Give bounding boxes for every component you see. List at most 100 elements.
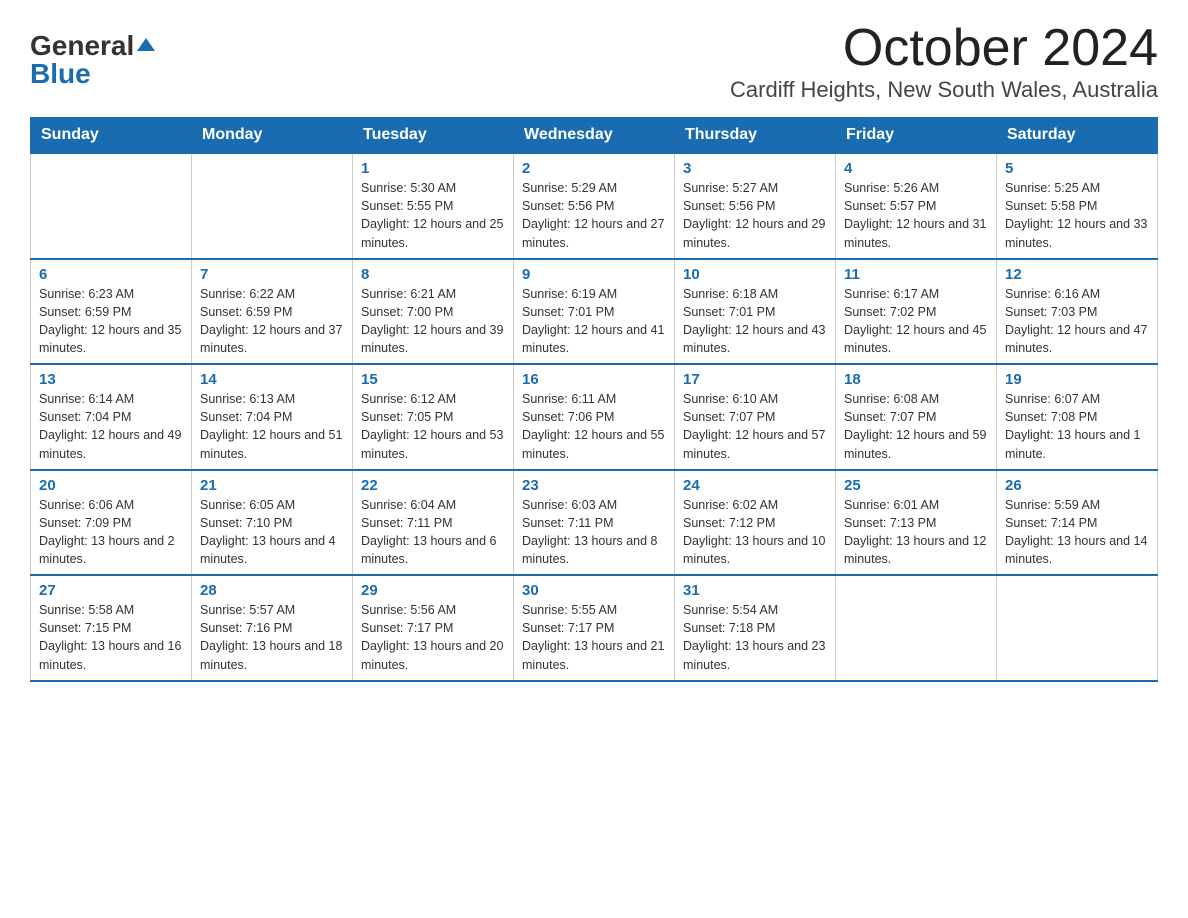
logo-triangle-icon bbox=[137, 38, 155, 51]
day-info: Sunrise: 6:21 AMSunset: 7:00 PMDaylight:… bbox=[361, 285, 505, 358]
calendar-cell: 25Sunrise: 6:01 AMSunset: 7:13 PMDayligh… bbox=[836, 470, 997, 576]
day-info: Sunrise: 6:08 AMSunset: 7:07 PMDaylight:… bbox=[844, 390, 988, 463]
day-number: 27 bbox=[39, 582, 183, 599]
day-number: 23 bbox=[522, 477, 666, 494]
day-number: 15 bbox=[361, 371, 505, 388]
header-saturday: Saturday bbox=[997, 118, 1158, 154]
day-info: Sunrise: 6:19 AMSunset: 7:01 PMDaylight:… bbox=[522, 285, 666, 358]
header-sunday: Sunday bbox=[31, 118, 192, 154]
day-info: Sunrise: 5:59 AMSunset: 7:14 PMDaylight:… bbox=[1005, 496, 1149, 569]
day-info: Sunrise: 6:10 AMSunset: 7:07 PMDaylight:… bbox=[683, 390, 827, 463]
logo: General Blue bbox=[30, 30, 155, 90]
calendar-cell: 4Sunrise: 5:26 AMSunset: 5:57 PMDaylight… bbox=[836, 153, 997, 259]
day-info: Sunrise: 6:13 AMSunset: 7:04 PMDaylight:… bbox=[200, 390, 344, 463]
calendar-cell: 22Sunrise: 6:04 AMSunset: 7:11 PMDayligh… bbox=[353, 470, 514, 576]
calendar-cell: 27 Sunrise: 5:58 AMSunset: 7:15 PMDayligh… bbox=[31, 575, 192, 681]
header-wednesday: Wednesday bbox=[514, 118, 675, 154]
calendar-cell: 13Sunrise: 6:14 AMSunset: 7:04 PMDayligh… bbox=[31, 364, 192, 470]
day-info: Sunrise: 6:05 AMSunset: 7:10 PMDaylight:… bbox=[200, 496, 344, 569]
calendar-cell bbox=[836, 575, 997, 681]
calendar-cell bbox=[31, 153, 192, 259]
day-info: Sunrise: 6:16 AMSunset: 7:03 PMDaylight:… bbox=[1005, 285, 1149, 358]
day-number: 12 bbox=[1005, 266, 1149, 283]
day-info: Sunrise: 6:14 AMSunset: 7:04 PMDaylight:… bbox=[39, 390, 183, 463]
calendar-cell: 2 Sunrise: 5:29 AMSunset: 5:56 PMDaylight… bbox=[514, 153, 675, 259]
day-number: 3 bbox=[683, 160, 827, 177]
calendar-cell: 11 Sunrise: 6:17 AMSunset: 7:02 PMDayligh… bbox=[836, 259, 997, 365]
day-number: 6 bbox=[39, 266, 183, 283]
calendar-cell: 26Sunrise: 5:59 AMSunset: 7:14 PMDayligh… bbox=[997, 470, 1158, 576]
day-number: 17 bbox=[683, 371, 827, 388]
header-tuesday: Tuesday bbox=[353, 118, 514, 154]
day-number: 14 bbox=[200, 371, 344, 388]
day-number: 7 bbox=[200, 266, 344, 283]
day-info: Sunrise: 6:04 AMSunset: 7:11 PMDaylight:… bbox=[361, 496, 505, 569]
location-title: Cardiff Heights, New South Wales, Austra… bbox=[730, 77, 1158, 103]
day-number: 5 bbox=[1005, 160, 1149, 177]
logo-blue-text: Blue bbox=[30, 58, 91, 90]
day-number: 18 bbox=[844, 371, 988, 388]
calendar-cell: 14 Sunrise: 6:13 AMSunset: 7:04 PMDayligh… bbox=[192, 364, 353, 470]
day-info: Sunrise: 6:03 AMSunset: 7:11 PMDaylight:… bbox=[522, 496, 666, 569]
day-number: 11 bbox=[844, 266, 988, 283]
calendar-cell: 20Sunrise: 6:06 AMSunset: 7:09 PMDayligh… bbox=[31, 470, 192, 576]
calendar-cell: 15 Sunrise: 6:12 AMSunset: 7:05 PMDayligh… bbox=[353, 364, 514, 470]
calendar-cell: 18 Sunrise: 6:08 AMSunset: 7:07 PMDayligh… bbox=[836, 364, 997, 470]
day-info: Sunrise: 6:18 AMSunset: 7:01 PMDaylight:… bbox=[683, 285, 827, 358]
calendar-cell: 7Sunrise: 6:22 AMSunset: 6:59 PMDaylight… bbox=[192, 259, 353, 365]
day-number: 2 bbox=[522, 160, 666, 177]
calendar-cell: 19Sunrise: 6:07 AMSunset: 7:08 PMDayligh… bbox=[997, 364, 1158, 470]
day-number: 4 bbox=[844, 160, 988, 177]
day-info: Sunrise: 5:25 AMSunset: 5:58 PMDaylight:… bbox=[1005, 179, 1149, 252]
day-number: 8 bbox=[361, 266, 505, 283]
day-number: 20 bbox=[39, 477, 183, 494]
calendar-week-2: 6 Sunrise: 6:23 AMSunset: 6:59 PMDaylight… bbox=[31, 259, 1158, 365]
day-number: 21 bbox=[200, 477, 344, 494]
day-info: Sunrise: 6:01 AMSunset: 7:13 PMDaylight:… bbox=[844, 496, 988, 569]
day-number: 29 bbox=[361, 582, 505, 599]
calendar-cell: 28Sunrise: 5:57 AMSunset: 7:16 PMDayligh… bbox=[192, 575, 353, 681]
calendar-cell: 10Sunrise: 6:18 AMSunset: 7:01 PMDayligh… bbox=[675, 259, 836, 365]
month-title: October 2024 bbox=[730, 20, 1158, 77]
day-info: Sunrise: 5:55 AMSunset: 7:17 PMDaylight:… bbox=[522, 601, 666, 674]
calendar-cell: 31 Sunrise: 5:54 AMSunset: 7:18 PMDayligh… bbox=[675, 575, 836, 681]
day-number: 9 bbox=[522, 266, 666, 283]
day-number: 30 bbox=[522, 582, 666, 599]
day-number: 24 bbox=[683, 477, 827, 494]
calendar-week-1: 1Sunrise: 5:30 AMSunset: 5:55 PMDaylight… bbox=[31, 153, 1158, 259]
header-monday: Monday bbox=[192, 118, 353, 154]
day-info: Sunrise: 6:12 AMSunset: 7:05 PMDaylight:… bbox=[361, 390, 505, 463]
day-number: 31 bbox=[683, 582, 827, 599]
calendar-week-5: 27 Sunrise: 5:58 AMSunset: 7:15 PMDayligh… bbox=[31, 575, 1158, 681]
calendar-table: SundayMondayTuesdayWednesdayThursdayFrid… bbox=[30, 117, 1158, 682]
calendar-week-3: 13Sunrise: 6:14 AMSunset: 7:04 PMDayligh… bbox=[31, 364, 1158, 470]
day-info: Sunrise: 6:11 AMSunset: 7:06 PMDaylight:… bbox=[522, 390, 666, 463]
day-info: Sunrise: 5:54 AMSunset: 7:18 PMDaylight:… bbox=[683, 601, 827, 674]
day-info: Sunrise: 6:23 AMSunset: 6:59 PMDaylight:… bbox=[39, 285, 183, 358]
calendar-cell: 12 Sunrise: 6:16 AMSunset: 7:03 PMDayligh… bbox=[997, 259, 1158, 365]
day-info: Sunrise: 5:58 AMSunset: 7:15 PMDaylight:… bbox=[39, 601, 183, 674]
calendar-cell: 30 Sunrise: 5:55 AMSunset: 7:17 PMDayligh… bbox=[514, 575, 675, 681]
day-number: 19 bbox=[1005, 371, 1149, 388]
header-thursday: Thursday bbox=[675, 118, 836, 154]
title-block: October 2024 Cardiff Heights, New South … bbox=[730, 20, 1158, 113]
day-info: Sunrise: 5:27 AMSunset: 5:56 PMDaylight:… bbox=[683, 179, 827, 252]
calendar-cell: 1Sunrise: 5:30 AMSunset: 5:55 PMDaylight… bbox=[353, 153, 514, 259]
calendar-cell: 3 Sunrise: 5:27 AMSunset: 5:56 PMDaylight… bbox=[675, 153, 836, 259]
calendar-cell: 29Sunrise: 5:56 AMSunset: 7:17 PMDayligh… bbox=[353, 575, 514, 681]
calendar-cell: 9 Sunrise: 6:19 AMSunset: 7:01 PMDaylight… bbox=[514, 259, 675, 365]
calendar-cell: 8 Sunrise: 6:21 AMSunset: 7:00 PMDaylight… bbox=[353, 259, 514, 365]
calendar-cell: 23 Sunrise: 6:03 AMSunset: 7:11 PMDayligh… bbox=[514, 470, 675, 576]
calendar-cell: 16 Sunrise: 6:11 AMSunset: 7:06 PMDayligh… bbox=[514, 364, 675, 470]
day-number: 16 bbox=[522, 371, 666, 388]
day-info: Sunrise: 6:17 AMSunset: 7:02 PMDaylight:… bbox=[844, 285, 988, 358]
calendar-cell: 24 Sunrise: 6:02 AMSunset: 7:12 PMDayligh… bbox=[675, 470, 836, 576]
day-info: Sunrise: 5:29 AMSunset: 5:56 PMDaylight:… bbox=[522, 179, 666, 252]
day-info: Sunrise: 5:30 AMSunset: 5:55 PMDaylight:… bbox=[361, 179, 505, 252]
day-info: Sunrise: 6:02 AMSunset: 7:12 PMDaylight:… bbox=[683, 496, 827, 569]
calendar-cell: 6 Sunrise: 6:23 AMSunset: 6:59 PMDaylight… bbox=[31, 259, 192, 365]
page-header: General Blue October 2024 Cardiff Height… bbox=[30, 20, 1158, 113]
day-info: Sunrise: 5:57 AMSunset: 7:16 PMDaylight:… bbox=[200, 601, 344, 674]
calendar-cell: 5 Sunrise: 5:25 AMSunset: 5:58 PMDaylight… bbox=[997, 153, 1158, 259]
calendar-cell: 21 Sunrise: 6:05 AMSunset: 7:10 PMDayligh… bbox=[192, 470, 353, 576]
